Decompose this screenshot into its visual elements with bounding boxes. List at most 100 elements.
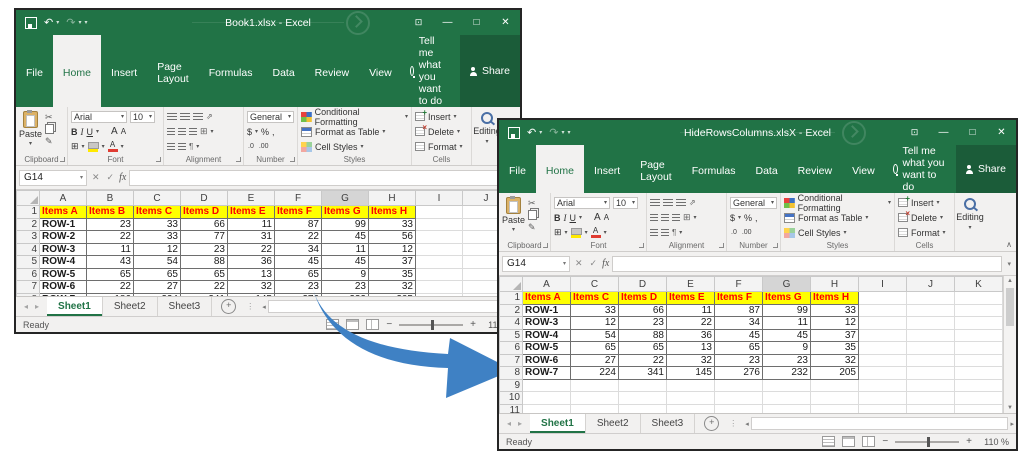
zoom-slider-handle[interactable]: [927, 437, 930, 447]
cell-A3[interactable]: ROW-2: [40, 231, 87, 244]
cell-D7[interactable]: 22: [619, 354, 667, 367]
cell-D11[interactable]: [619, 404, 667, 413]
cell-H7[interactable]: 32: [811, 354, 859, 367]
comma-style-icon[interactable]: ,: [272, 127, 275, 137]
cell-C6[interactable]: 65: [134, 268, 181, 281]
align-middle-icon[interactable]: [180, 113, 190, 121]
sheet-tab-sheet1[interactable]: Sheet1: [47, 297, 103, 316]
cell-C7[interactable]: 27: [571, 354, 619, 367]
row-header-4[interactable]: 4: [500, 317, 523, 330]
grow-font-button[interactable]: A: [111, 126, 118, 137]
cell-E8[interactable]: 145: [667, 367, 715, 380]
ribbon-tab-data[interactable]: Data: [262, 35, 304, 107]
cell-E9[interactable]: [667, 379, 715, 392]
number-dialog-launcher-icon[interactable]: [290, 157, 295, 162]
confirm-entry-icon[interactable]: ✓: [588, 258, 600, 269]
align-left-icon[interactable]: [650, 214, 658, 222]
align-center-icon[interactable]: [661, 214, 669, 222]
cell-J9[interactable]: [907, 379, 955, 392]
cell-D8[interactable]: 341: [619, 367, 667, 380]
cell-E4[interactable]: 22: [228, 243, 275, 256]
align-top-icon[interactable]: [650, 199, 660, 207]
cell-A11[interactable]: [523, 404, 571, 413]
bold-button[interactable]: B: [554, 213, 561, 223]
cell-I5[interactable]: [859, 329, 907, 342]
number-format-combo[interactable]: General▾: [730, 197, 777, 209]
cell-I10[interactable]: [859, 392, 907, 405]
column-header-H[interactable]: H: [811, 277, 859, 292]
cell-I3[interactable]: [416, 231, 463, 244]
row-header-3[interactable]: 3: [17, 231, 40, 244]
column-header-E[interactable]: E: [228, 191, 275, 206]
close-button[interactable]: ✕: [491, 10, 520, 35]
minimize-button[interactable]: —: [433, 10, 462, 35]
increase-indent-icon[interactable]: [661, 229, 669, 237]
underline-button[interactable]: U: [87, 127, 94, 137]
qat-customize-icon[interactable]: ▾: [84, 19, 87, 26]
cell-D5[interactable]: 88: [619, 329, 667, 342]
row-header-5[interactable]: 5: [500, 329, 523, 342]
merge-center-icon[interactable]: ⊞: [200, 126, 208, 137]
cell-C3[interactable]: 33: [134, 231, 181, 244]
cell-A10[interactable]: [523, 392, 571, 405]
redo-dropdown-caret[interactable]: ▾: [78, 19, 81, 26]
wrap-text-icon[interactable]: ¶: [672, 228, 676, 237]
percent-style-icon[interactable]: %: [261, 127, 269, 137]
borders-caret[interactable]: ▾: [565, 229, 568, 236]
cell-styles-button[interactable]: Cell Styles ▾: [301, 140, 408, 153]
sheet-tab-sheet3[interactable]: Sheet3: [158, 297, 213, 316]
prev-sheet-icon[interactable]: ◂: [507, 419, 511, 428]
cell-E10[interactable]: [667, 392, 715, 405]
ribbon-display-options-icon[interactable]: ⊡: [900, 120, 929, 145]
ribbon-tab-file[interactable]: File: [16, 35, 53, 107]
next-sheet-icon[interactable]: ▸: [518, 419, 522, 428]
prev-sheet-icon[interactable]: ◂: [24, 302, 28, 311]
cell-E4[interactable]: 22: [667, 317, 715, 330]
name-box[interactable]: G14▾: [502, 256, 570, 272]
fill-color-caret[interactable]: ▾: [585, 229, 588, 236]
increase-decimal-icon[interactable]: .0: [730, 228, 738, 237]
copy-icon[interactable]: [45, 124, 54, 134]
cell-H1[interactable]: Items H: [369, 206, 416, 219]
accounting-caret[interactable]: ▾: [738, 214, 741, 221]
column-header-I[interactable]: I: [416, 191, 463, 206]
cell-H4[interactable]: 12: [369, 243, 416, 256]
cell-F8[interactable]: 276: [715, 367, 763, 380]
borders-caret[interactable]: ▾: [82, 143, 85, 150]
cell-A2[interactable]: ROW-1: [523, 304, 571, 317]
row-header-2[interactable]: 2: [500, 304, 523, 317]
cell-C7[interactable]: 27: [134, 281, 181, 294]
sheet-tab-sheet1[interactable]: Sheet1: [530, 414, 586, 433]
cell-C10[interactable]: [571, 392, 619, 405]
column-header-G[interactable]: G: [322, 191, 369, 206]
tell-me-box[interactable]: Tell me what you want to do: [885, 145, 956, 193]
underline-caret[interactable]: ▾: [96, 128, 99, 135]
formula-input[interactable]: [612, 256, 1002, 272]
ribbon-tab-home[interactable]: Home: [536, 145, 584, 193]
font-size-combo[interactable]: 10▾: [130, 111, 155, 123]
column-header-E[interactable]: E: [667, 277, 715, 292]
cell-D4[interactable]: 23: [181, 243, 228, 256]
sheet-tab-sheet2[interactable]: Sheet2: [586, 414, 641, 433]
save-icon[interactable]: [508, 127, 520, 139]
align-right-icon[interactable]: [189, 128, 197, 136]
redo-icon[interactable]: ↷: [549, 128, 558, 138]
cell-C5[interactable]: 54: [571, 329, 619, 342]
font-color-caret[interactable]: ▾: [604, 229, 607, 236]
decrease-indent-icon[interactable]: [167, 143, 175, 151]
cell-G2[interactable]: 99: [763, 304, 811, 317]
cell-J4[interactable]: [907, 317, 955, 330]
insert-cells-button[interactable]: Insert ▾: [415, 110, 468, 123]
font-name-combo[interactable]: Arial▾: [71, 111, 127, 123]
accounting-format-icon[interactable]: $: [247, 127, 252, 137]
qat-customize-icon[interactable]: ▾: [567, 129, 570, 136]
row-header-1[interactable]: 1: [500, 292, 523, 305]
font-name-combo[interactable]: Arial▾: [554, 197, 610, 209]
next-sheet-icon[interactable]: ▸: [35, 302, 39, 311]
cell-D2[interactable]: 66: [619, 304, 667, 317]
cell-C4[interactable]: 12: [134, 243, 181, 256]
cell-G10[interactable]: [763, 392, 811, 405]
borders-button[interactable]: ⊞: [554, 227, 562, 238]
redo-icon[interactable]: ↷: [66, 18, 75, 28]
merge-caret[interactable]: ▾: [694, 214, 697, 221]
